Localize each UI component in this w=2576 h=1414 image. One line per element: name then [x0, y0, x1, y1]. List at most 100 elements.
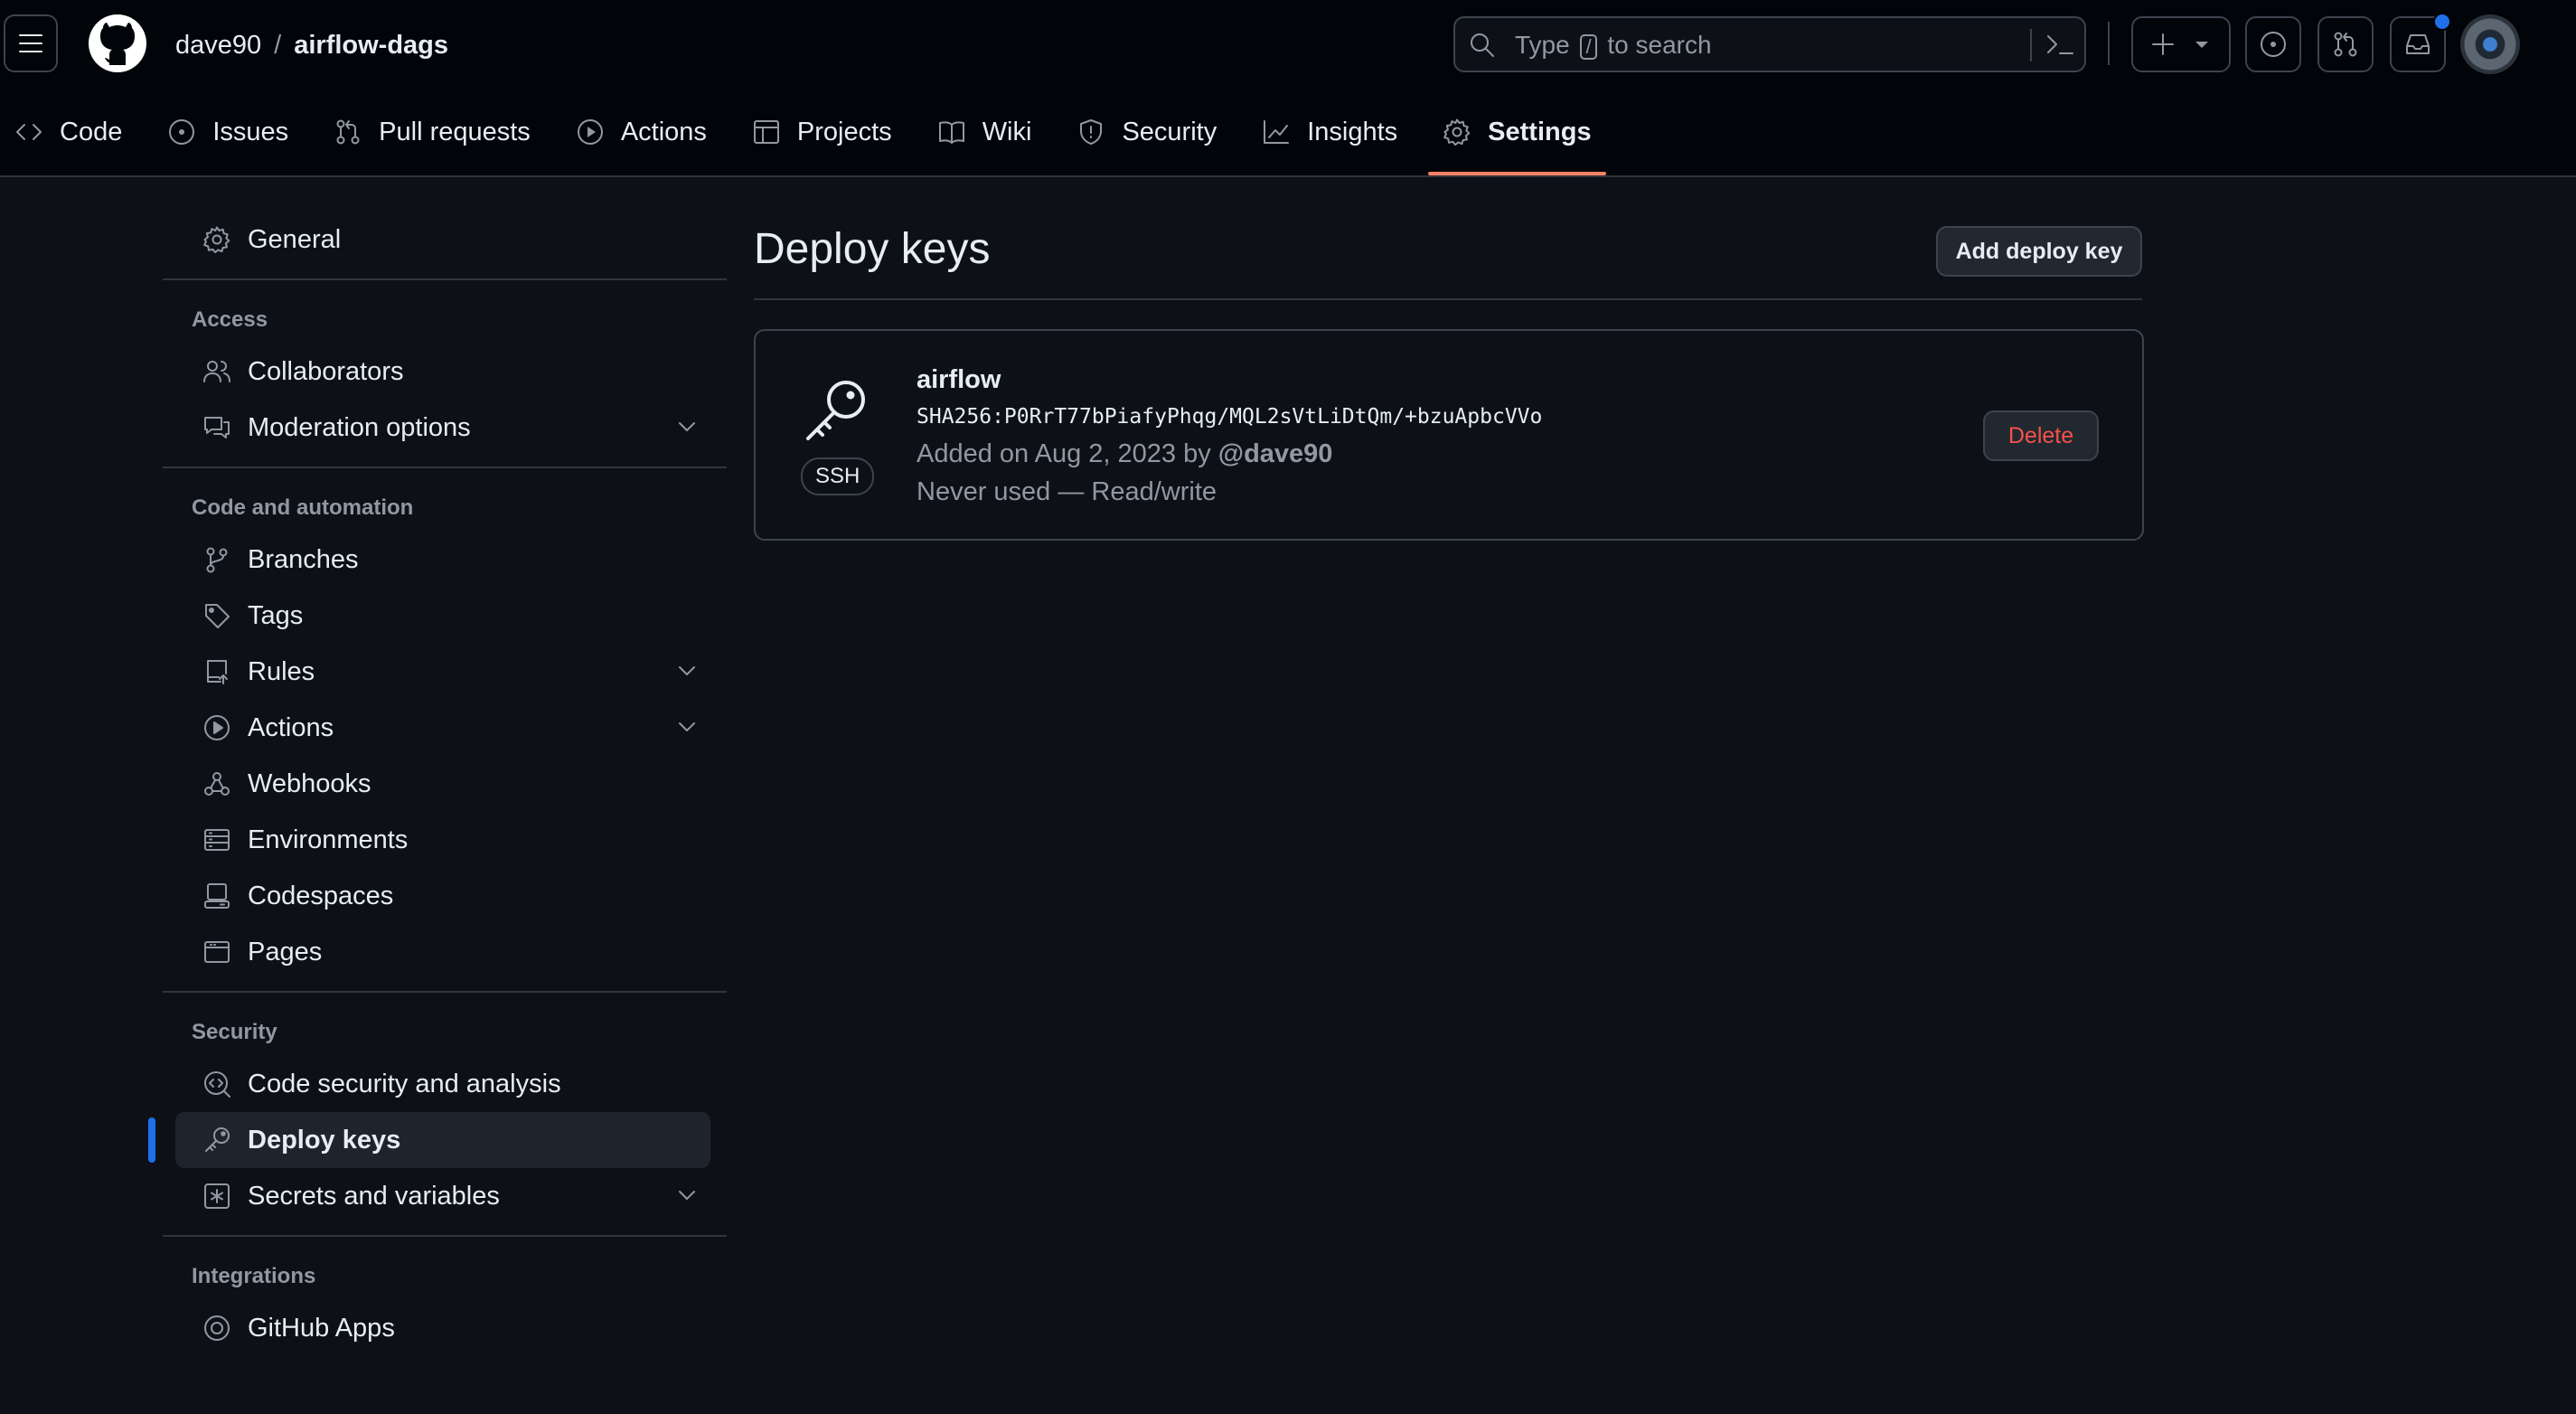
- sidebar-item-collaborators[interactable]: Collaborators: [175, 344, 710, 400]
- git-branch-icon: [206, 547, 228, 573]
- sidebar-item-label: Webhooks: [248, 768, 371, 798]
- tab-wiki-label: Wiki: [982, 117, 1032, 146]
- key-added-date: Added on Aug 2, 2023 by: [917, 439, 1211, 468]
- key-usage-info: Never used — Read/write: [917, 477, 1217, 506]
- play-icon: [204, 715, 230, 740]
- tab-actions[interactable]: Actions: [561, 105, 721, 159]
- pull-request-icon: [336, 119, 360, 145]
- sidebar-item-label: GitHub Apps: [248, 1313, 395, 1343]
- sidebar-item-general[interactable]: General: [175, 212, 710, 268]
- pull-requests-button[interactable]: [2317, 16, 2374, 72]
- tab-code[interactable]: Code: [0, 105, 136, 159]
- github-logo-icon[interactable]: [87, 13, 148, 74]
- tab-security[interactable]: Security: [1062, 105, 1231, 159]
- search-divider: [2030, 29, 2032, 61]
- tab-issues[interactable]: Issues: [153, 105, 303, 159]
- chevron-down-icon: [2195, 42, 2208, 48]
- repo-push-icon: [207, 660, 228, 684]
- people-icon: [203, 361, 230, 382]
- sidebar-item-webhooks[interactable]: Webhooks: [175, 756, 710, 812]
- plus-icon: [2152, 33, 2174, 55]
- tab-wiki[interactable]: Wiki: [923, 105, 1047, 159]
- key-added-info: Added on Aug 2, 2023 by @dave90: [917, 439, 1332, 469]
- sidebar-heading-code-automation: Code and automation: [192, 495, 414, 520]
- tab-code-label: Code: [60, 117, 123, 146]
- issue-icon: [2261, 32, 2286, 57]
- header-divider: [2108, 22, 2110, 65]
- table-icon: [753, 120, 779, 144]
- sidebar-item-branches[interactable]: Branches: [175, 532, 710, 588]
- sidebar-item-label: General: [248, 224, 342, 254]
- search-icon: [1471, 33, 1494, 57]
- notification-indicator: [2433, 13, 2451, 31]
- gear-icon: [1443, 118, 1471, 146]
- gear-icon: [203, 226, 230, 254]
- sidebar-item-github-apps[interactable]: GitHub Apps: [175, 1300, 710, 1356]
- tab-projects[interactable]: Projects: [738, 105, 907, 159]
- delete-key-button[interactable]: Delete: [1983, 410, 2099, 461]
- sidebar-divider: [163, 991, 727, 993]
- repo-owner-link[interactable]: dave90: [175, 31, 261, 60]
- sidebar-item-moderation-options[interactable]: Moderation options: [175, 400, 710, 456]
- browser-icon: [204, 941, 230, 963]
- deploy-key-item: SSH airflow SHA256:P0RrT77bPiafyPhqg/MQL…: [754, 329, 2144, 541]
- sidebar-item-secrets-variables[interactable]: Secrets and variables: [175, 1168, 710, 1224]
- play-icon: [577, 119, 603, 145]
- sidebar-divider: [163, 1235, 727, 1237]
- tab-pull-requests[interactable]: Pull requests: [319, 105, 545, 159]
- asterisk-box-icon: [204, 1183, 230, 1209]
- tab-settings[interactable]: Settings: [1428, 105, 1606, 175]
- sidebar-item-label: Code security and analysis: [248, 1069, 561, 1098]
- tab-security-label: Security: [1122, 117, 1217, 146]
- inbox-icon: [2406, 34, 2430, 54]
- repo-breadcrumb: dave90 / airflow-dags: [175, 27, 448, 63]
- sidebar-item-label: Actions: [248, 712, 334, 742]
- codespaces-icon: [204, 883, 230, 909]
- user-avatar[interactable]: [2460, 14, 2520, 74]
- sidebar-item-label: Secrets and variables: [248, 1181, 500, 1211]
- issue-icon: [169, 119, 195, 145]
- graph-icon: [1264, 120, 1290, 144]
- sidebar-heading-integrations: Integrations: [192, 1264, 316, 1288]
- menu-button[interactable]: [4, 14, 58, 72]
- chevron-down-icon: [679, 422, 695, 431]
- sidebar-item-label: Rules: [248, 656, 315, 686]
- sidebar-item-deploy-keys[interactable]: Deploy keys: [148, 1112, 710, 1168]
- sidebar-item-tags[interactable]: Tags: [175, 588, 710, 644]
- book-icon: [938, 121, 964, 144]
- add-deploy-key-button[interactable]: Add deploy key: [1936, 226, 2142, 277]
- sidebar-item-pages[interactable]: Pages: [175, 924, 710, 980]
- key-fingerprint: SHA256:P0RrT77bPiafyPhqg/MQL2sVtLiDtQm/+…: [917, 405, 1543, 429]
- sidebar-item-code-security[interactable]: Code security and analysis: [175, 1056, 710, 1112]
- issues-button[interactable]: [2245, 16, 2301, 72]
- repo-name-link[interactable]: airflow-dags: [294, 31, 448, 60]
- title-divider: [754, 298, 2142, 300]
- search-placeholder-prefix: Type: [1515, 31, 1570, 59]
- tab-projects-label: Projects: [796, 117, 892, 146]
- tab-pull-requests-label: Pull requests: [379, 117, 531, 146]
- chevron-down-icon: [679, 1191, 695, 1200]
- tab-insights-label: Insights: [1307, 117, 1398, 146]
- key-added-by-link[interactable]: @dave90: [1218, 439, 1333, 468]
- command-palette-icon[interactable]: [2045, 31, 2075, 58]
- repo-nav: Code Issues Pull requests Actions Projec…: [0, 105, 1622, 175]
- sidebar-item-actions[interactable]: Actions: [175, 700, 710, 756]
- search-input[interactable]: Type / to search: [1453, 16, 2086, 72]
- page-title: Deploy keys: [754, 225, 991, 273]
- webhook-icon: [204, 772, 230, 796]
- comment-discussion-icon: [204, 417, 230, 438]
- sidebar-item-environments[interactable]: Environments: [175, 812, 710, 868]
- sidebar-divider: [163, 467, 727, 468]
- create-new-button[interactable]: [2131, 16, 2231, 72]
- tab-insights[interactable]: Insights: [1247, 105, 1412, 159]
- sidebar-heading-access: Access: [192, 307, 268, 332]
- sidebar-item-rules[interactable]: Rules: [175, 644, 710, 700]
- sidebar-item-label: Moderation options: [248, 412, 471, 442]
- global-header: dave90 / airflow-dags Type / to search Cod…: [0, 0, 2576, 177]
- sidebar-item-label: Deploy keys: [248, 1125, 401, 1155]
- sidebar-item-label: Tags: [248, 600, 304, 630]
- sidebar-item-codespaces[interactable]: Codespaces: [175, 868, 710, 924]
- tab-actions-label: Actions: [620, 117, 707, 146]
- settings-sidebar: General Access Collaborators Moderation …: [148, 212, 727, 1356]
- chevron-down-icon: [679, 666, 695, 675]
